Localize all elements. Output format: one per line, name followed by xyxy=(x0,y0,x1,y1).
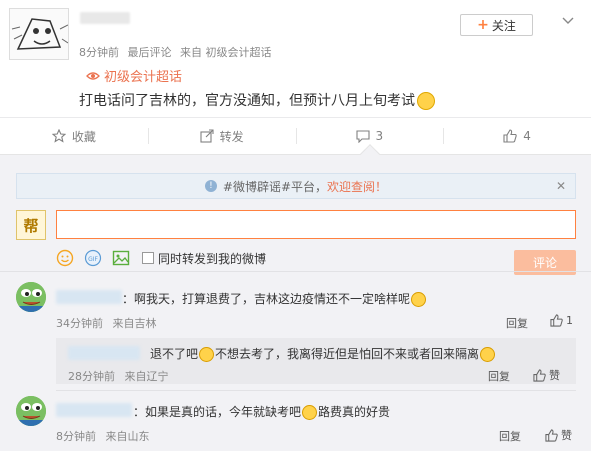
crying-emoji-icon xyxy=(302,405,318,420)
commenter-avatar[interactable] xyxy=(16,396,46,426)
repost-checkbox-label: 同时转发到我的微博 xyxy=(158,251,267,266)
gif-icon[interactable]: GIF xyxy=(84,249,102,267)
divider xyxy=(0,271,591,272)
notice-text: #微博辟谣#平台， xyxy=(222,179,328,194)
close-icon[interactable]: ✕ xyxy=(556,179,566,193)
comment-body: ：如果是真的话，今年就缺考吧 xyxy=(133,405,302,419)
action-bar: 收藏 转发 3 4 xyxy=(0,118,591,154)
crying-emoji-icon xyxy=(480,347,496,362)
commenter-avatar[interactable] xyxy=(16,282,46,312)
comment-like-count: 1 xyxy=(566,314,573,327)
checkbox[interactable] xyxy=(142,252,154,264)
last-comment-label: 最后评论 xyxy=(127,46,172,59)
comment-meta: 34分钟前 来自吉林 xyxy=(56,315,163,331)
crying-emoji-icon xyxy=(199,347,215,362)
post-body: 打电话问了吉林的，官方没通知，但预计八月上旬考试 xyxy=(79,93,415,109)
current-user-avatar[interactable]: 帮 xyxy=(16,210,46,240)
favorite-button[interactable]: 收藏 xyxy=(0,118,148,154)
star-icon xyxy=(51,129,66,143)
comment-time: 34分钟前 xyxy=(56,317,103,330)
reply-body-continued: 不想去考了，我离得近但是怕回不来或者回来隔离 xyxy=(215,347,480,361)
image-icon[interactable] xyxy=(112,249,130,267)
thumbs-up-icon xyxy=(533,368,546,382)
reply-like-button[interactable]: 赞 xyxy=(533,367,560,383)
commenter-name[interactable] xyxy=(56,290,122,304)
follow-button[interactable]: + 关注 xyxy=(460,14,533,36)
divider xyxy=(56,390,576,391)
notice-link[interactable]: 欢迎查阅！ xyxy=(327,178,387,195)
topic-label: 初级会计超话 xyxy=(104,70,183,85)
like-count: 4 xyxy=(523,129,531,143)
repost-button[interactable]: 转发 xyxy=(147,118,296,154)
author-avatar[interactable] xyxy=(9,8,69,60)
reply-button[interactable]: 回复 xyxy=(499,428,521,444)
comment-source: 来自吉林 xyxy=(112,317,157,330)
comment-time: 8分钟前 xyxy=(56,430,96,443)
reply-time: 28分钟前 xyxy=(68,370,115,383)
commenter-name[interactable] xyxy=(56,403,132,417)
comment-like-button[interactable]: 1 xyxy=(550,314,573,327)
comment-body-continued: 路费真的好贵 xyxy=(318,405,391,419)
comment-like-button[interactable]: 赞 xyxy=(545,427,572,443)
emoji-icon[interactable] xyxy=(56,249,74,267)
reply-source: 来自辽宁 xyxy=(124,370,169,383)
comment-source: 来自山东 xyxy=(105,430,150,443)
thumbs-up-icon xyxy=(503,129,518,143)
comment-meta: 8分钟前 来自山东 xyxy=(56,428,156,444)
info-icon: ! xyxy=(204,180,217,192)
reply-like-label: 赞 xyxy=(549,369,560,382)
post-source[interactable]: 来自 初级会计超话 xyxy=(180,46,272,59)
reply-button[interactable]: 回复 xyxy=(488,368,510,384)
follow-label: 关注 xyxy=(491,18,516,33)
supertopic-icon xyxy=(86,71,100,80)
comment-body: ：啊我天，打算退费了，吉林这边疫情还不一定啥样呢 xyxy=(122,292,411,306)
repost-label: 转发 xyxy=(219,129,244,144)
topic-link[interactable]: 初级会计超话 xyxy=(86,66,182,85)
post-text: 打电话问了吉林的，官方没通知，但预计八月上旬考试 xyxy=(79,90,435,110)
comment-icon xyxy=(355,130,370,143)
comment-text: ：啊我天，打算退费了，吉林这边疫情还不一定啥样呢 xyxy=(122,290,427,307)
author-name[interactable] xyxy=(80,12,130,24)
repost-icon xyxy=(200,129,214,143)
reply-button[interactable]: 回复 xyxy=(506,315,528,331)
rumor-notice-bar: ! #微博辟谣#平台， 欢迎查阅！ ✕ xyxy=(16,173,576,199)
comment-count: 3 xyxy=(375,129,384,143)
reply-body: 退不了吧 xyxy=(150,347,199,361)
thumbs-up-icon xyxy=(550,314,563,327)
composer-toolbar: GIF 同时转发到我的微博 xyxy=(56,249,266,267)
post-meta: 8分钟前 最后评论 来自 初级会计超话 xyxy=(79,44,277,60)
reply-author-name[interactable] xyxy=(68,346,140,360)
post-time[interactable]: 8分钟前 xyxy=(79,46,119,59)
thinking-emoji-icon xyxy=(417,92,435,110)
reply-meta: 28分钟前 来自辽宁 xyxy=(68,368,175,384)
comment-input[interactable] xyxy=(56,210,576,239)
reply-text: 退不了吧 不想去考了，我离得近但是怕回不来或者回来隔离 xyxy=(150,345,496,362)
favorite-label: 收藏 xyxy=(71,129,96,144)
plus-icon: + xyxy=(477,17,489,33)
comment-like-label: 赞 xyxy=(561,429,572,442)
comment-text: ：如果是真的话，今年就缺考吧 路费真的好贵 xyxy=(133,403,390,420)
like-button[interactable]: 4 xyxy=(443,118,591,154)
crying-emoji-icon xyxy=(411,292,427,307)
weibo-post-card: 8分钟前 最后评论 来自 初级会计超话 + 关注 初级会计超话 打电话问了吉林的… xyxy=(0,0,591,451)
repost-checkbox[interactable]: 同时转发到我的微博 xyxy=(142,250,266,267)
svg-text:GIF: GIF xyxy=(88,256,98,263)
chevron-down-icon[interactable] xyxy=(562,14,574,28)
thumbs-up-icon xyxy=(545,428,558,442)
